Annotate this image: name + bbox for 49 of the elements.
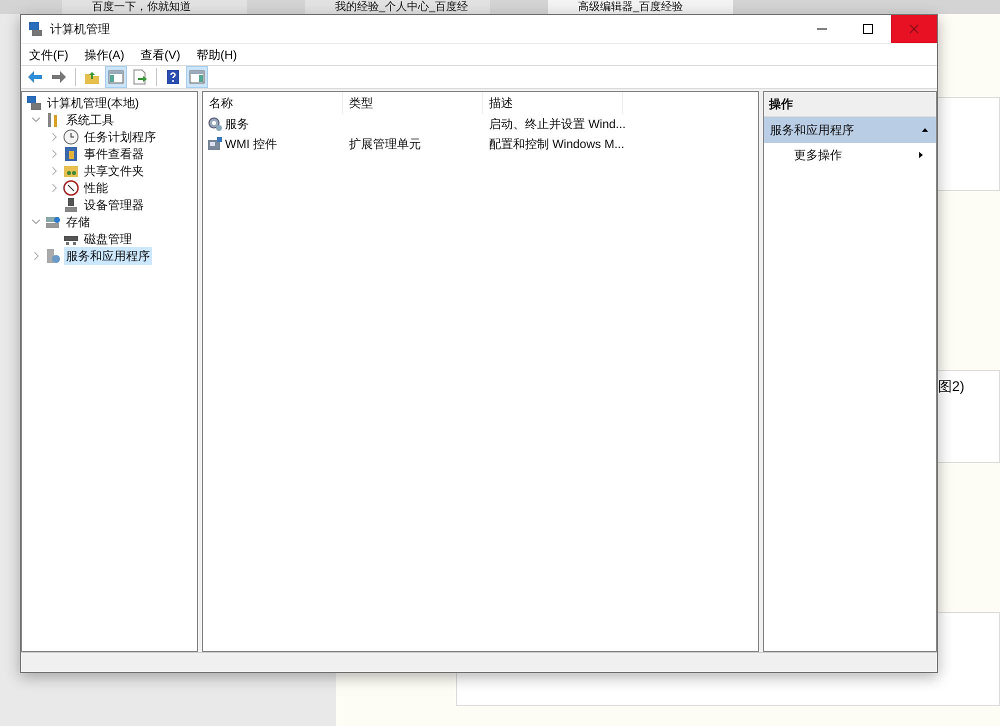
clock-icon [63, 128, 79, 144]
folder-icon [84, 69, 100, 85]
panel-button[interactable] [186, 66, 208, 88]
log-icon [63, 146, 79, 162]
tree-item[interactable]: 设备管理器 [82, 196, 146, 214]
section-title: 服务和应用程序 [770, 122, 854, 139]
help-icon [165, 69, 181, 85]
gear-icon [207, 116, 223, 132]
tree-item[interactable]: 系统工具 [64, 110, 116, 128]
browser-tab[interactable]: 高级编辑器_百度经验 [548, 0, 733, 14]
maximize-icon [863, 24, 873, 34]
column-header[interactable]: 类型 [343, 92, 483, 114]
tree-item[interactable]: 事件查看器 [82, 144, 146, 162]
menu-item[interactable]: 文件(F) [21, 46, 76, 64]
device-icon [63, 196, 79, 212]
tree-item[interactable]: 共享文件夹 [82, 162, 146, 180]
menu-item[interactable]: 操作(A) [76, 46, 132, 64]
tree-item[interactable]: 性能 [82, 178, 110, 196]
window-title: 计算机管理 [50, 21, 110, 38]
table-cell: 配置和控制 Windows M... [489, 137, 624, 151]
computer-icon [26, 94, 42, 110]
panel-button[interactable] [105, 66, 127, 88]
panel-icon [189, 69, 205, 85]
console-icon [207, 136, 223, 152]
pane-header: 操作 [764, 92, 936, 117]
column-header[interactable]: 描述 [483, 92, 623, 114]
browser-tab[interactable]: 百度一下，你就知道 [62, 0, 247, 14]
action-item[interactable]: 更多操作 [794, 146, 842, 164]
panel-icon [108, 69, 124, 85]
back-arrow-icon [27, 69, 43, 85]
menu-item[interactable]: 帮助(H) [188, 46, 245, 64]
tree-item[interactable]: 服务和应用程序 [64, 246, 152, 264]
computer-icon [28, 21, 44, 37]
figure-caption: 图2) [938, 377, 964, 396]
tree-item[interactable]: 存储 [64, 212, 92, 230]
forward-arrow-icon [51, 69, 67, 85]
action-section[interactable]: 服务和应用程序 [764, 117, 936, 143]
tree-item[interactable]: 计算机管理(本地) [45, 94, 141, 112]
export-icon [132, 69, 148, 85]
column-header[interactable]: 名称 [203, 92, 343, 114]
list-item[interactable]: WMI 控件 [225, 135, 277, 153]
table-cell: 扩展管理单元 [349, 137, 421, 151]
browser-tab[interactable]: 我的经验_个人中心_百度经 [305, 0, 490, 14]
menu-item[interactable]: 查看(V) [132, 46, 188, 64]
list-item[interactable]: 服务 [225, 115, 249, 133]
close-icon [909, 24, 919, 34]
tree-item[interactable]: 任务计划程序 [82, 128, 158, 146]
tree-item[interactable]: 磁盘管理 [82, 230, 134, 248]
table-cell: 启动、终止并设置 Wind... [489, 117, 626, 131]
